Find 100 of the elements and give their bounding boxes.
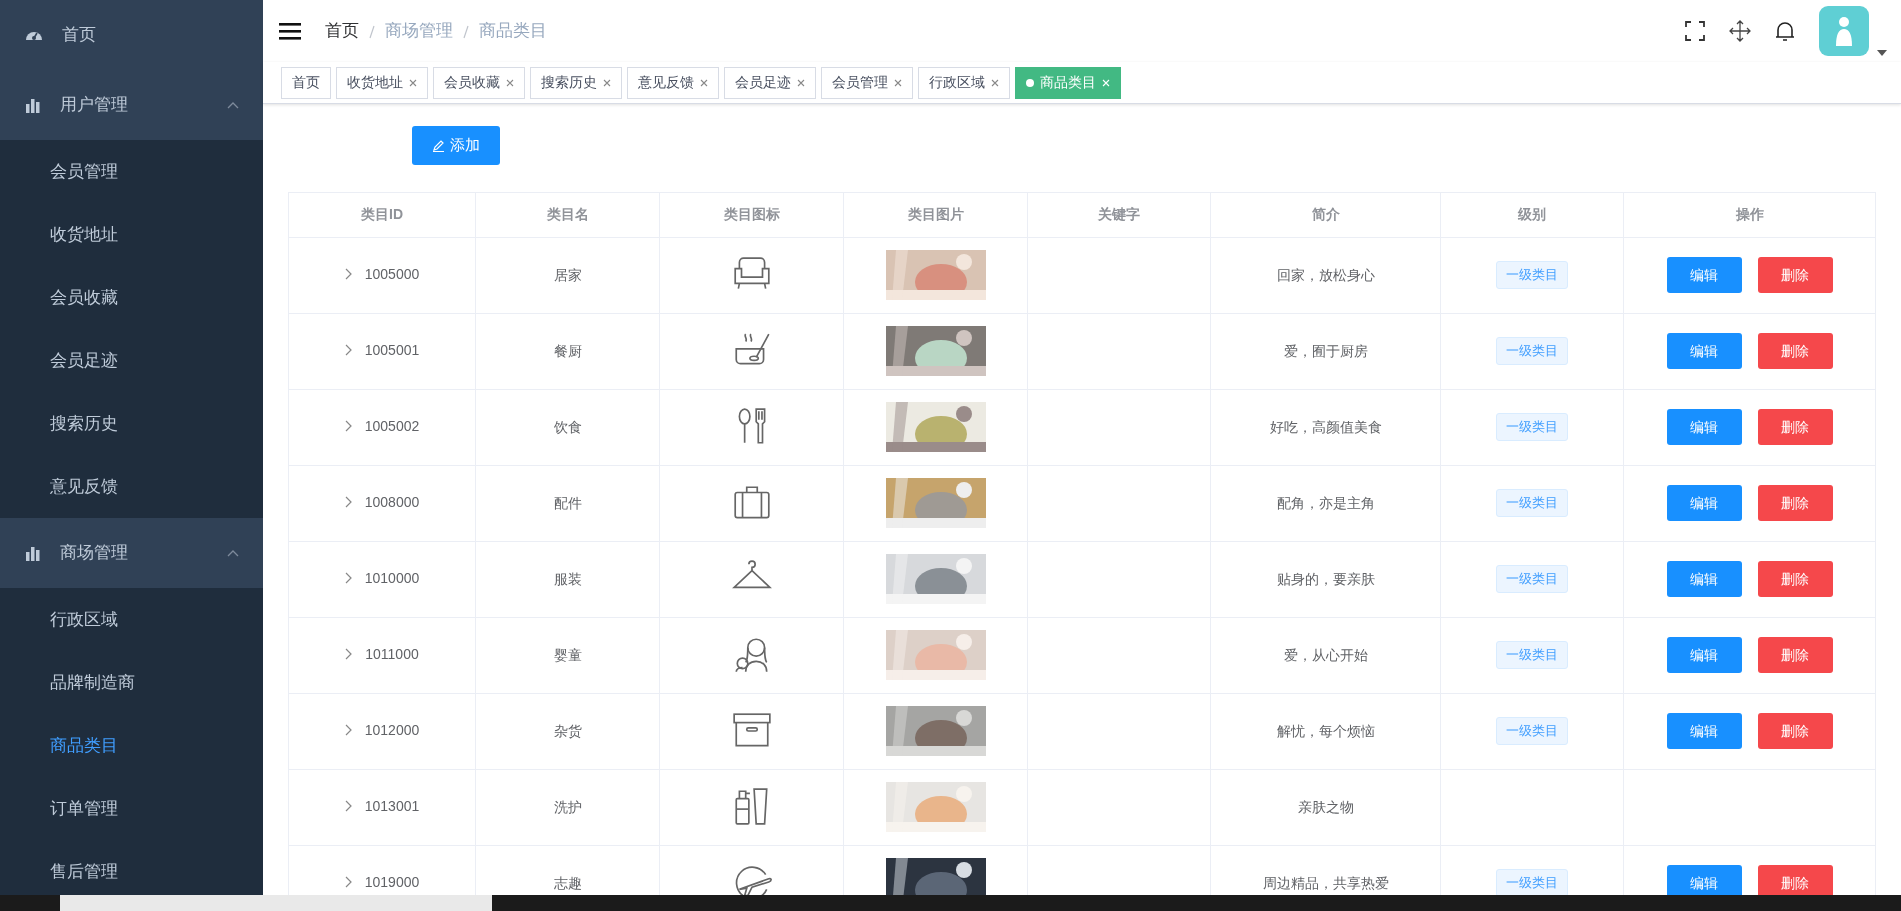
category-id: 1011000 (365, 644, 419, 664)
category-name: 婴童 (553, 646, 582, 663)
column-header: 简介 (1311, 206, 1340, 222)
menu-group[interactable]: 用户管理 (0, 70, 263, 140)
tab[interactable]: 会员足迹 (724, 66, 816, 99)
category-name: 服装 (553, 570, 582, 587)
column-header: 操作 (1735, 206, 1764, 222)
tab[interactable]: 意见反馈 (627, 66, 719, 99)
menu-group[interactable]: 商场管理 (0, 518, 263, 588)
submenu-item[interactable]: 会员管理 (0, 140, 263, 203)
description-text: 配角，亦是主角 (1276, 494, 1375, 511)
level-tag: 一级类目 (1496, 489, 1568, 517)
move-icon[interactable] (1729, 20, 1751, 42)
expand-icon (344, 572, 353, 585)
expand-icon (344, 724, 353, 737)
level-tag: 一级类目 (1496, 717, 1568, 745)
category-id: 1013001 (364, 796, 420, 816)
column-header: 级别 (1518, 206, 1546, 222)
tab[interactable]: 行政区域 (918, 66, 1010, 99)
submenu-item[interactable]: 订单管理 (0, 777, 263, 840)
level-tag: 一级类目 (1496, 337, 1568, 365)
delete-button[interactable]: 删除 (1757, 713, 1833, 749)
submenu-item[interactable]: 意见反馈 (0, 455, 263, 518)
bell-icon[interactable] (1775, 20, 1795, 42)
tab[interactable]: 会员收藏 (433, 66, 525, 99)
category-name: 配件 (553, 494, 582, 511)
delete-button[interactable]: 删除 (1757, 333, 1833, 369)
expand-icon (344, 496, 353, 509)
caret-down-icon (1877, 50, 1887, 56)
close-icon[interactable] (797, 78, 805, 87)
category-id: 1005002 (364, 416, 420, 436)
submenu-item[interactable]: 收货地址 (0, 203, 263, 266)
expand-icon (344, 268, 353, 281)
category-id: 1010000 (364, 568, 420, 588)
category-name: 志趣 (553, 874, 582, 891)
delete-button[interactable]: 删除 (1757, 409, 1833, 445)
bar-chart-icon (24, 96, 42, 114)
category-name: 洗护 (553, 798, 582, 815)
tab[interactable]: 收货地址 (336, 66, 428, 99)
expand-icon (344, 420, 353, 433)
description-text: 贴身的，要亲肤 (1276, 570, 1375, 587)
avatar[interactable] (1819, 6, 1869, 56)
delete-button[interactable]: 删除 (1757, 561, 1833, 597)
tab[interactable]: 搜索历史 (530, 66, 622, 99)
delete-button[interactable]: 删除 (1757, 485, 1833, 521)
category-name: 餐厨 (553, 342, 582, 359)
close-icon[interactable] (991, 78, 999, 87)
column-header: 类目ID (361, 206, 403, 222)
active-dot-icon (1026, 78, 1034, 87)
close-icon[interactable] (506, 78, 514, 87)
delete-button[interactable]: 删除 (1757, 257, 1833, 293)
category-id: 1019000 (364, 872, 420, 892)
tab[interactable]: 首页 (281, 66, 331, 99)
submenu-item[interactable]: 品牌制造商 (0, 651, 263, 714)
breadcrumb-item[interactable]: 首页 (325, 18, 359, 44)
close-icon[interactable] (894, 78, 902, 87)
column-header: 类目图标 (723, 206, 780, 222)
description-text: 爱，囿于厨房 (1283, 342, 1368, 359)
column-header: 类目图片 (907, 206, 964, 222)
breadcrumb-item: 商场管理 (385, 20, 453, 43)
category-id: 1005001 (364, 340, 420, 360)
category-id: 1012000 (364, 720, 420, 740)
expand-icon (344, 344, 353, 357)
expand-icon (344, 800, 353, 813)
submenu-item[interactable]: 会员收藏 (0, 266, 263, 329)
level-tag: 一级类目 (1496, 641, 1568, 669)
column-header: 类目名 (546, 206, 589, 222)
category-name: 居家 (553, 266, 582, 283)
level-tag: 一级类目 (1496, 261, 1568, 289)
submenu-item[interactable]: 行政区域 (0, 588, 263, 651)
category-name: 饮食 (553, 418, 582, 435)
category-name: 杂货 (553, 722, 582, 739)
bar-chart-icon (24, 544, 42, 562)
close-icon[interactable] (603, 78, 611, 87)
submenu-item[interactable]: 搜索历史 (0, 392, 263, 455)
description-text: 爱，从心开始 (1283, 646, 1368, 663)
description-text: 回家，放松身心 (1276, 266, 1375, 283)
close-icon[interactable] (700, 78, 708, 87)
menu-icon (279, 22, 301, 40)
category-id: 1008000 (364, 492, 420, 512)
breadcrumb-item: 商品类目 (479, 20, 547, 43)
delete-button[interactable]: 删除 (1757, 637, 1833, 673)
pencil-icon (432, 138, 445, 152)
person-silhouette-icon (1834, 16, 1854, 46)
level-tag: 一级类目 (1496, 413, 1568, 441)
delete-button[interactable]: 删除 (1757, 865, 1833, 895)
submenu-item[interactable]: 商品类目 (0, 714, 263, 777)
fullscreen-icon[interactable] (1685, 21, 1705, 41)
menu-item[interactable]: 首页 (0, 0, 263, 70)
category-id: 1005000 (364, 264, 420, 284)
description-text: 周边精品，共享热爱 (1262, 874, 1389, 891)
tab[interactable]: 会员管理 (821, 66, 913, 99)
close-icon[interactable] (409, 78, 417, 87)
submenu-item[interactable]: 会员足迹 (0, 329, 263, 392)
breadcrumb-separator-icon (369, 24, 375, 39)
level-tag: 一级类目 (1496, 565, 1568, 593)
submenu-item[interactable]: 售后管理 (0, 840, 263, 895)
description-text: 好吃，高颜值美食 (1269, 418, 1382, 435)
level-tag: 一级类目 (1496, 869, 1568, 895)
column-header: 关键字 (1098, 206, 1140, 222)
